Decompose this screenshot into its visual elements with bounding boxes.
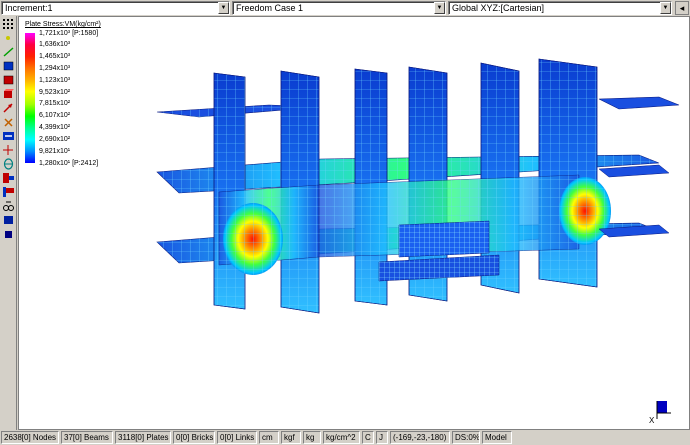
- window-menu-button[interactable]: ◂: [675, 1, 689, 15]
- status-links: 0[0] Links: [217, 431, 257, 444]
- load-case-dropdown[interactable]: Freedom Case 1 ▼: [232, 1, 446, 15]
- model-viewport[interactable]: Plate Stress:VM(kg/cm²) 1,721x10³ [P:158…: [18, 16, 690, 430]
- pan-icon[interactable]: [2, 200, 15, 212]
- cube-icon[interactable]: [2, 228, 15, 240]
- legend-entry: 6,107x10²: [39, 112, 71, 120]
- legend-entry: 9,821x10¹: [39, 147, 71, 155]
- legend-entry: 7,815x10²: [39, 100, 71, 108]
- chevron-down-icon[interactable]: ▼: [218, 2, 229, 14]
- legend-entry: 1,123x10³: [39, 76, 71, 84]
- select-icon[interactable]: [2, 172, 15, 184]
- legend-title: Plate Stress:VM(kg/cm²): [25, 21, 101, 28]
- cross-icon[interactable]: [2, 116, 15, 128]
- fill-icon[interactable]: [2, 214, 15, 226]
- legend-entry: 1,636x10³: [39, 41, 71, 49]
- status-beams: 37[0] Beams: [61, 431, 113, 444]
- beam-icon[interactable]: [2, 144, 15, 156]
- legend-entry: 1,465x10³: [39, 53, 71, 61]
- grid-icon[interactable]: [2, 18, 15, 30]
- plate-icon[interactable]: [2, 74, 15, 86]
- status-force-unit[interactable]: kgf: [281, 431, 301, 444]
- coord-system-dropdown[interactable]: Global XYZ:[Cartesian] ▼: [448, 1, 672, 15]
- pencil-icon[interactable]: [2, 32, 15, 44]
- legend-entry: 1,294x10³: [39, 64, 71, 72]
- triad-axis-label: X: [649, 416, 655, 425]
- status-nodes: 2638[0] Nodes: [1, 431, 59, 444]
- legend-entry: 4,399x10²: [39, 124, 71, 132]
- coord-system-value: Global XYZ:[Cartesian]: [452, 3, 545, 13]
- node-icon[interactable]: [2, 130, 15, 142]
- result-selector-bar: Increment:1 ▼ Freedom Case 1 ▼ Global XY…: [0, 0, 690, 16]
- link-icon[interactable]: [2, 158, 15, 170]
- brick-icon[interactable]: [2, 88, 15, 100]
- load-case-value: Freedom Case 1: [236, 3, 304, 13]
- status-bricks: 0[0] Bricks: [173, 431, 215, 444]
- status-mode: Model: [482, 431, 512, 444]
- increment-dropdown[interactable]: Increment:1 ▼: [1, 1, 230, 15]
- contour-legend: Plate Stress:VM(kg/cm²) 1,721x10³ [P:158…: [23, 21, 133, 181]
- legend-entry: 1,721x10³ [P:1580]: [39, 29, 99, 37]
- chevron-down-icon[interactable]: ▼: [434, 2, 445, 14]
- legend-entry: 9,523x10²: [39, 88, 71, 96]
- status-cursor-coords: (-169,-23,-180): [390, 431, 450, 444]
- status-mass-unit[interactable]: kg: [303, 431, 321, 444]
- square-icon[interactable]: [2, 60, 15, 72]
- increment-value: Increment:1: [5, 3, 53, 13]
- strand7-window: Increment:1 ▼ Freedom Case 1 ▼ Global XY…: [0, 0, 690, 445]
- legend-entry: 1,280x10¹ [P:2412]: [39, 159, 99, 167]
- flag-icon[interactable]: [2, 186, 15, 198]
- status-bar: 2638[0] Nodes 37[0] Beams 3118[0] Plates…: [0, 430, 690, 445]
- axis-triad: X: [649, 401, 671, 425]
- status-ds: DS:0%: [452, 431, 480, 444]
- status-temp-unit[interactable]: C: [362, 431, 374, 444]
- arrow-icon[interactable]: [2, 102, 15, 114]
- status-length-unit[interactable]: cm: [259, 431, 279, 444]
- status-plates: 3118[0] Plates: [115, 431, 171, 444]
- left-toolbar: [0, 16, 17, 430]
- line-icon[interactable]: [2, 46, 15, 58]
- legend-entry: 2,690x10²: [39, 135, 71, 143]
- chevron-down-icon[interactable]: ▼: [660, 2, 671, 14]
- status-energy-unit[interactable]: J: [376, 431, 388, 444]
- status-stress-unit[interactable]: kg/cm^2: [323, 431, 360, 444]
- legend-color-bar: [25, 33, 35, 163]
